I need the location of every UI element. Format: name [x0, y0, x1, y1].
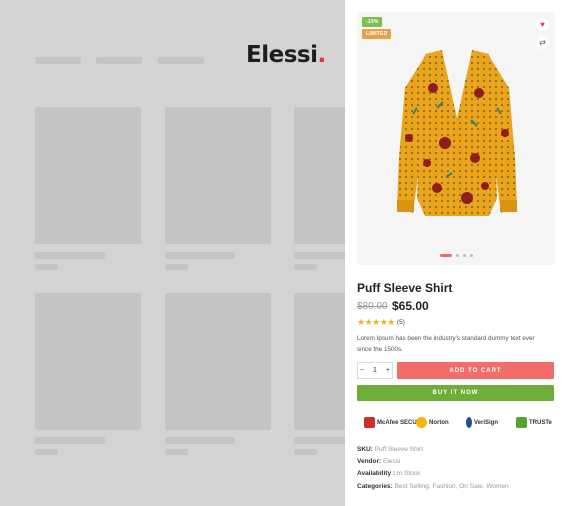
product-card-placeholder [35, 293, 141, 430]
trust-badge-verisign: VeriSign [466, 414, 498, 431]
product-card-placeholder [165, 293, 271, 430]
check-icon [466, 417, 472, 428]
text-placeholder [165, 252, 235, 259]
product-card-placeholder [35, 107, 141, 244]
product-title: Puff Sleeve Shirt [357, 281, 453, 295]
meta-sku: SKU: Puff Sleeve Shirt [357, 446, 423, 453]
text-placeholder [165, 437, 235, 444]
store-logo: Elessi. [246, 42, 326, 68]
nav-placeholder [35, 57, 81, 64]
nav-placeholder [158, 57, 204, 64]
gallery-pagination [357, 254, 555, 257]
sale-badge: -19% [362, 17, 383, 27]
text-placeholder [294, 252, 345, 259]
trust-badge-norton: Norton [416, 414, 449, 431]
heart-icon[interactable]: ♥ [536, 18, 549, 31]
qty-plus-button[interactable]: + [386, 367, 390, 374]
gallery-dot[interactable] [462, 254, 466, 257]
checkmark-icon [416, 417, 427, 428]
gallery-dot[interactable] [469, 254, 473, 257]
meta-availability: Availability : In Stock [357, 470, 421, 477]
meta-categories: Categories: Best Selling, Fashion, On Sa… [357, 483, 509, 490]
text-placeholder [294, 264, 317, 270]
trust-badge-truste: TRUSTe [516, 414, 552, 431]
quantity-stepper: − 1 + [357, 362, 393, 379]
gallery-dot[interactable] [455, 254, 459, 257]
seal-icon [516, 417, 527, 428]
product-gallery[interactable]: -19% LIMITED ♥ ⇄ [357, 12, 555, 265]
text-placeholder [35, 449, 58, 455]
shield-icon [364, 417, 375, 428]
text-placeholder [35, 264, 58, 270]
buy-now-button[interactable]: BUY IT NOW [357, 385, 554, 401]
qty-minus-button[interactable]: − [360, 367, 364, 374]
text-placeholder [294, 449, 317, 455]
text-placeholder [35, 437, 105, 444]
text-placeholder [165, 449, 188, 455]
current-price: $65.00 [392, 299, 429, 313]
meta-vendor: Vendor: Elessi [357, 458, 401, 465]
product-description: Lorem Ipsum has been the industry's stan… [357, 335, 535, 353]
compare-icon[interactable]: ⇄ [536, 36, 549, 49]
qty-value[interactable]: 1 [373, 367, 377, 374]
rating-count[interactable]: (5) [397, 319, 405, 326]
text-placeholder [165, 264, 188, 270]
rating-stars[interactable]: ★★★★★ [357, 317, 395, 328]
limited-badge: LIMITED [362, 29, 392, 39]
add-to-cart-button[interactable]: ADD TO CART [397, 362, 554, 379]
nav-placeholder [96, 57, 142, 64]
text-placeholder [294, 437, 345, 444]
old-price: $80.00 [357, 301, 388, 312]
gallery-dot[interactable] [439, 254, 452, 257]
text-placeholder [35, 252, 105, 259]
product-card-placeholder [294, 293, 345, 430]
product-card-placeholder [165, 107, 271, 244]
product-image [397, 50, 517, 216]
product-card-placeholder [294, 107, 345, 244]
